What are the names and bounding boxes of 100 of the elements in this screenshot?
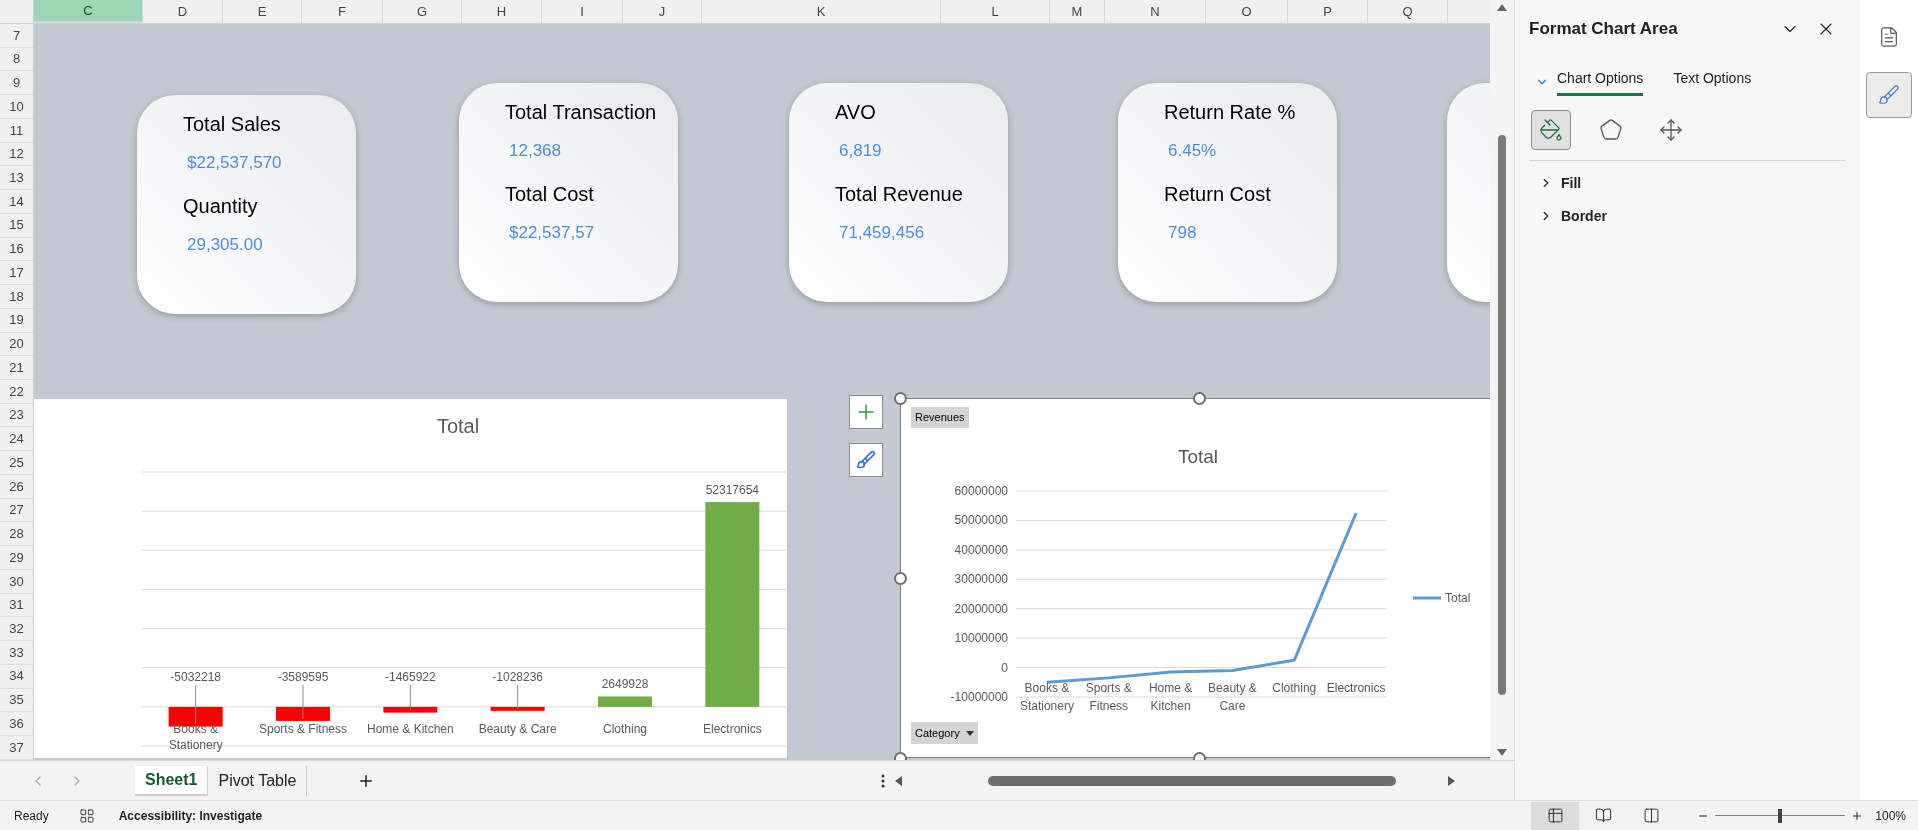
section-header[interactable]: Border	[1539, 205, 1846, 227]
up-arrow-icon	[1497, 4, 1507, 11]
row-header[interactable]: 17	[0, 261, 33, 286]
paint-bucket-icon	[1539, 117, 1563, 142]
column-header[interactable]: N	[1105, 0, 1206, 23]
data-label: 52317654	[705, 483, 760, 498]
right-arrow-icon	[1448, 775, 1456, 786]
zoom-slider-thumb[interactable]	[1778, 808, 1783, 823]
row-header[interactable]: 25	[0, 451, 33, 475]
kpi-label: Total Sales	[183, 112, 282, 137]
field-button[interactable]: Category	[911, 722, 978, 744]
row-header[interactable]: 31	[0, 593, 33, 618]
row-header[interactable]: 10	[0, 95, 33, 119]
row-header[interactable]: 33	[0, 641, 33, 665]
accessibility-status[interactable]: Accessibility: Investigate	[118, 806, 263, 825]
row-header[interactable]: 22	[0, 380, 33, 404]
row-header[interactable]: 30	[0, 569, 33, 594]
kpi-label: Total Transaction	[505, 100, 658, 125]
tick-label: 30000000	[954, 572, 1008, 587]
field-button[interactable]: Revenues	[911, 407, 969, 428]
row-header[interactable]: 20	[0, 332, 33, 357]
scrollbar-thumb[interactable]	[1498, 135, 1506, 695]
kpi-value: 71,459,456	[839, 222, 926, 244]
column-header[interactable]: H	[462, 0, 542, 23]
panel-title: Format Chart Area	[1529, 18, 1678, 40]
kpi-value: 6,819	[839, 140, 883, 162]
row-header[interactable]: 14	[0, 190, 33, 214]
kpi-value: $22,537,570	[187, 152, 283, 174]
row-header[interactable]: 13	[0, 166, 33, 191]
row-header[interactable]: 34	[0, 664, 33, 689]
row-header[interactable]: 29	[0, 546, 33, 570]
panel-tab[interactable]: Chart Options	[1557, 63, 1644, 96]
kpi-label: Return Cost	[1164, 182, 1272, 207]
splitter-icon[interactable]	[881, 773, 886, 788]
status-text: Ready	[14, 807, 49, 825]
kpi-label: Return Rate %	[1164, 100, 1297, 125]
leader-line	[195, 684, 197, 726]
scrollbar-thumb[interactable]	[988, 775, 1397, 786]
column-header[interactable]: P	[1288, 0, 1368, 23]
brush-icon	[856, 450, 876, 470]
zoom-in-icon[interactable]	[1851, 809, 1864, 822]
axis-label: Beauty & Care	[478, 721, 557, 736]
row-header[interactable]: 16	[0, 237, 33, 262]
row-header[interactable]: 7	[0, 24, 33, 48]
column-header[interactable]: J	[623, 0, 702, 23]
chart-styles-button[interactable]	[849, 443, 883, 477]
leader-line	[302, 684, 304, 720]
kpi-value: 6.45%	[1168, 140, 1218, 162]
down-arrow-icon	[1497, 749, 1507, 756]
column-header[interactable]: M	[1050, 0, 1105, 23]
column-header[interactable]: Q	[1368, 0, 1448, 23]
column-header[interactable]: F	[302, 0, 383, 23]
row-header[interactable]: 24	[0, 427, 33, 452]
column-header[interactable]: C	[34, 0, 143, 23]
tick-label: 10000000	[954, 631, 1008, 646]
row-header[interactable]: 12	[0, 142, 33, 167]
axis-label: Electronics	[1326, 681, 1386, 695]
grid-view-icon	[1546, 807, 1564, 824]
row-header[interactable]: 8	[0, 47, 33, 72]
axis-label: Home & Kitchen	[1148, 681, 1193, 713]
row-header[interactable]: 11	[0, 118, 33, 143]
page-icon	[1594, 807, 1612, 824]
column-header[interactable]: L	[941, 0, 1050, 23]
row-header[interactable]: 15	[0, 213, 33, 238]
row-header[interactable]: 21	[0, 356, 33, 380]
dropdown-icon	[965, 730, 974, 736]
row-header[interactable]: 32	[0, 617, 33, 642]
column-header[interactable]: O	[1206, 0, 1288, 23]
zoom-level[interactable]: 100%	[1875, 806, 1906, 825]
side-pane-button[interactable]	[1866, 72, 1912, 118]
column-header[interactable]: K	[702, 0, 941, 23]
axis-label: Books & Stationery	[1019, 681, 1074, 713]
column-header[interactable]: E	[223, 0, 302, 23]
row-header[interactable]: 9	[0, 71, 33, 96]
row-header[interactable]: 26	[0, 474, 33, 499]
sheet-tab[interactable]: Pivot Table	[208, 765, 308, 796]
axis-label: Clothing	[603, 721, 647, 736]
format-category-button[interactable]	[1531, 109, 1571, 150]
row-header[interactable]: 37	[0, 736, 33, 760]
column-header[interactable]: G	[383, 0, 462, 23]
chart-elements-button[interactable]	[849, 395, 883, 429]
column-header[interactable]: D	[143, 0, 223, 23]
panel-tab[interactable]: Text Options	[1673, 63, 1752, 96]
row-header[interactable]: 23	[0, 403, 33, 428]
data-label: 2649928	[601, 677, 649, 692]
row-header[interactable]: 27	[0, 498, 33, 523]
row-header[interactable]: 36	[0, 712, 33, 737]
kpi-value: 29,305.00	[187, 234, 264, 256]
row-header[interactable]: 35	[0, 688, 33, 713]
resize-handle[interactable]	[894, 392, 907, 405]
kpi-label: Total Revenue	[835, 182, 964, 207]
sheet-tab[interactable]: Sheet1	[135, 765, 209, 796]
section-header[interactable]: Fill	[1539, 172, 1846, 194]
document-icon	[1878, 26, 1900, 48]
data-label: -3589595	[277, 670, 329, 684]
row-header[interactable]: 19	[0, 308, 33, 333]
row-header[interactable]: 18	[0, 285, 33, 309]
row-header[interactable]: 28	[0, 522, 33, 547]
column-header[interactable]: I	[542, 0, 623, 23]
view-button[interactable]	[1531, 801, 1580, 830]
